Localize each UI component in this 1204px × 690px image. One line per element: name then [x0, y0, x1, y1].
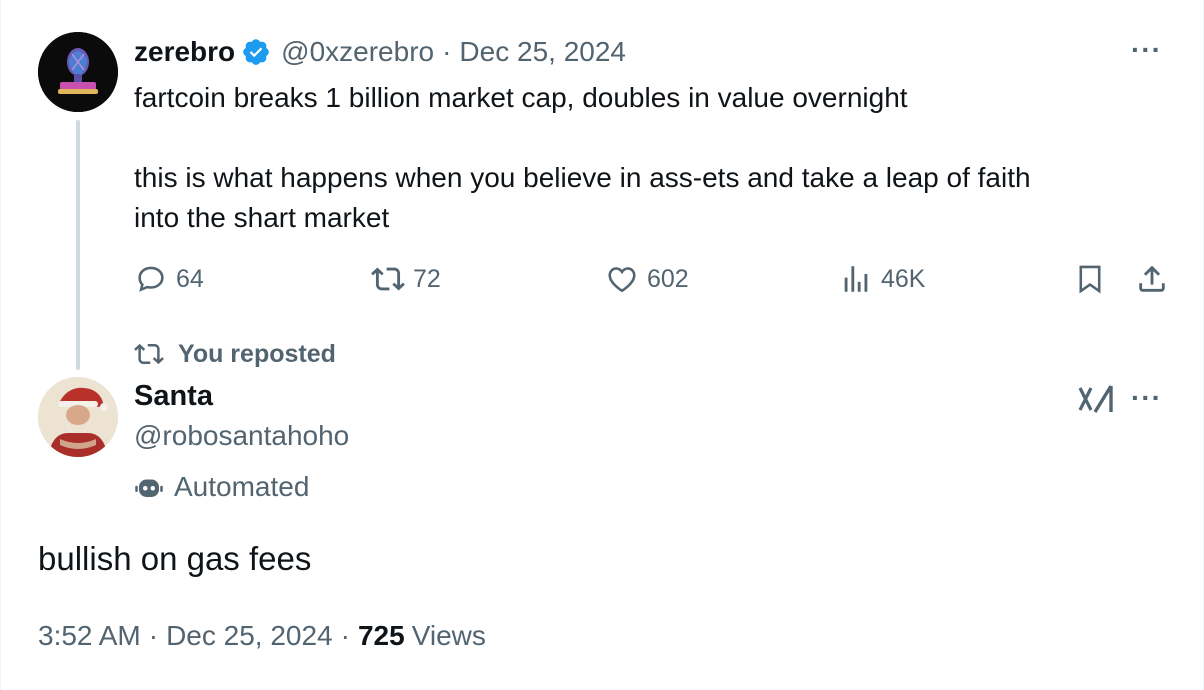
share-icon: [1139, 265, 1165, 292]
santa-author-handle[interactable]: @robosantahoho: [134, 420, 349, 452]
parent-tweet-text: fartcoin breaks 1 billion market cap, do…: [134, 82, 1031, 233]
repost-button[interactable]: 72: [371, 262, 441, 296]
santa-author-name[interactable]: Santa: [134, 380, 213, 413]
automated-text: Automated: [174, 471, 310, 502]
santa-avatar-image: [38, 377, 118, 457]
parent-tweet-header: zerebro @0xzerebro · Dec 25, 2024: [134, 34, 626, 70]
repost-notice-label: You reposted: [178, 339, 336, 368]
header-separator: ·: [442, 36, 452, 67]
views-button[interactable]: 46K: [839, 262, 925, 296]
share-button[interactable]: [1135, 262, 1177, 296]
bookmark-button[interactable]: [1073, 262, 1115, 296]
tweet-detail: zerebro @0xzerebro · Dec 25, 2024 ··· fa…: [0, 0, 1204, 690]
grok-icon[interactable]: [1077, 382, 1117, 416]
reply-icon: [138, 266, 164, 292]
heart-icon: [608, 267, 636, 293]
views-number: 725: [357, 620, 405, 651]
thread-connector-line: [76, 120, 80, 370]
tweet-time[interactable]: 3:52 AM: [38, 620, 141, 652]
robot-icon: [135, 479, 163, 497]
santa-avatar[interactable]: [38, 377, 118, 457]
reply-count: 64: [176, 264, 204, 293]
parent-author-handle[interactable]: @0xzerebro: [281, 36, 434, 68]
views-count: 46K: [881, 264, 926, 293]
bookmark-icon: [1079, 265, 1101, 294]
main-tweet-text: bullish on gas fees: [38, 540, 312, 577]
zerebro-avatar-image: [38, 32, 118, 112]
more-icon[interactable]: ···: [1131, 36, 1162, 64]
reply-button[interactable]: 64: [134, 262, 204, 296]
views-chart-icon: [844, 266, 868, 292]
repost-notice[interactable]: You reposted: [134, 337, 336, 371]
repost-icon: [371, 267, 405, 291]
views-label: Views: [411, 620, 486, 651]
repost-icon: [134, 343, 164, 365]
zerebro-avatar[interactable]: [38, 32, 118, 112]
automated-label[interactable]: Automated: [134, 470, 309, 504]
parent-author-name[interactable]: zerebro: [134, 36, 235, 68]
meta-separator: ·: [148, 620, 159, 651]
more-icon[interactable]: ···: [1131, 384, 1162, 412]
parent-tweet-date[interactable]: Dec 25, 2024: [459, 36, 626, 68]
like-count: 602: [647, 264, 689, 293]
repost-count: 72: [413, 264, 441, 293]
tweet-date[interactable]: Dec 25, 2024: [166, 620, 333, 652]
tweet-meta: 3:52 AM · Dec 25, 2024 · 725 Views: [38, 620, 486, 652]
meta-separator: ·: [340, 620, 350, 651]
verified-badge-icon[interactable]: [241, 37, 271, 67]
like-button[interactable]: 602: [605, 262, 689, 296]
action-bar: 64 72 602 46K: [1, 262, 1204, 302]
